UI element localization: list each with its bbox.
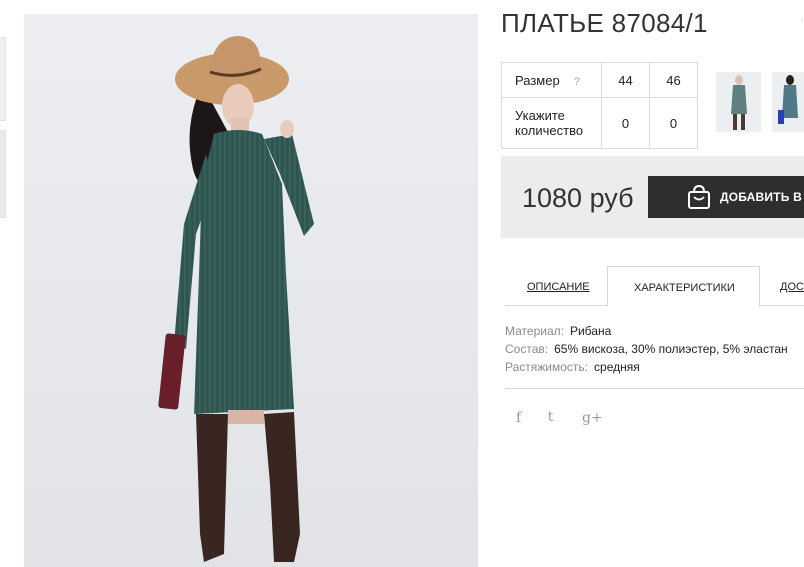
variant-image [716, 72, 761, 132]
product-tabs: ОПИСАНИЕ ХАРАКТЕРИСТИКИ ДОСТ [505, 266, 804, 307]
spec-key: Растяжимость: [505, 360, 589, 374]
tab-label: ОПИСАНИЕ [527, 281, 590, 293]
product-title: ПЛАТЬЕ 87084/1 [501, 8, 708, 38]
product-price: 1080 руб [522, 183, 634, 213]
tab-label: ХАРАКТЕРИСТИКИ [634, 282, 735, 294]
variant-thumbnail[interactable] [772, 72, 804, 132]
quantity-label: Укажите количество [501, 97, 602, 149]
help-icon[interactable]: ? [574, 76, 580, 88]
spec-value: Рибана [569, 324, 612, 338]
spec-key: Материал: [505, 324, 564, 338]
add-to-cart-label: ДОБАВИТЬ В ЗА [720, 190, 804, 204]
spec-key: Состав: [505, 342, 549, 356]
gallery-thumbnail[interactable] [0, 130, 6, 218]
twitter-icon[interactable]: t [548, 410, 553, 425]
variant-thumbnail[interactable] [716, 72, 761, 132]
shopping-bag-icon [688, 184, 710, 209]
add-to-cart-button[interactable]: ДОБАВИТЬ В ЗА [648, 176, 804, 218]
spec-row: Растяжимость: средняя [505, 358, 788, 376]
tab-characteristics[interactable]: ХАРАКТЕРИСТИКИ [607, 266, 760, 307]
size-label-cell: Размер? [501, 62, 602, 98]
tab-delivery[interactable]: ДОСТ [758, 266, 804, 305]
product-main-image[interactable] [24, 14, 478, 567]
model-photo [24, 14, 478, 567]
spec-row: Состав: 65% вискоза, 30% полиэстер, 5% эл… [505, 340, 788, 358]
price-panel: 1080 руб ДОБАВИТЬ В ЗА [501, 156, 804, 238]
title-corner-icon: · [800, 14, 804, 25]
gallery-thumbnail[interactable] [0, 37, 6, 121]
google-plus-icon[interactable]: g+ [582, 410, 603, 426]
spec-value: средняя [594, 360, 640, 374]
size-option: 44 [601, 62, 650, 98]
characteristics-list: Материал: Рибана Состав: 65% вискоза, 30% … [505, 322, 788, 376]
gallery-thumbnails [0, 0, 8, 567]
variant-image [772, 72, 804, 132]
tab-label: ДОСТ [780, 281, 804, 293]
size-label: Размер [515, 72, 560, 88]
tab-description[interactable]: ОПИСАНИЕ [505, 266, 607, 305]
size-quantity-table: Размер? 44 46 Укажите количество 0 0 [501, 62, 698, 149]
size-option: 46 [649, 62, 698, 98]
spec-row: Материал: Рибана [505, 322, 788, 340]
specs-divider [505, 388, 804, 389]
facebook-icon[interactable]: f [516, 410, 521, 426]
spec-value: 65% вискоза, 30% полиэстер, 5% эластан [554, 342, 788, 356]
quantity-input[interactable]: 0 [601, 97, 650, 149]
quantity-input[interactable]: 0 [649, 97, 698, 149]
